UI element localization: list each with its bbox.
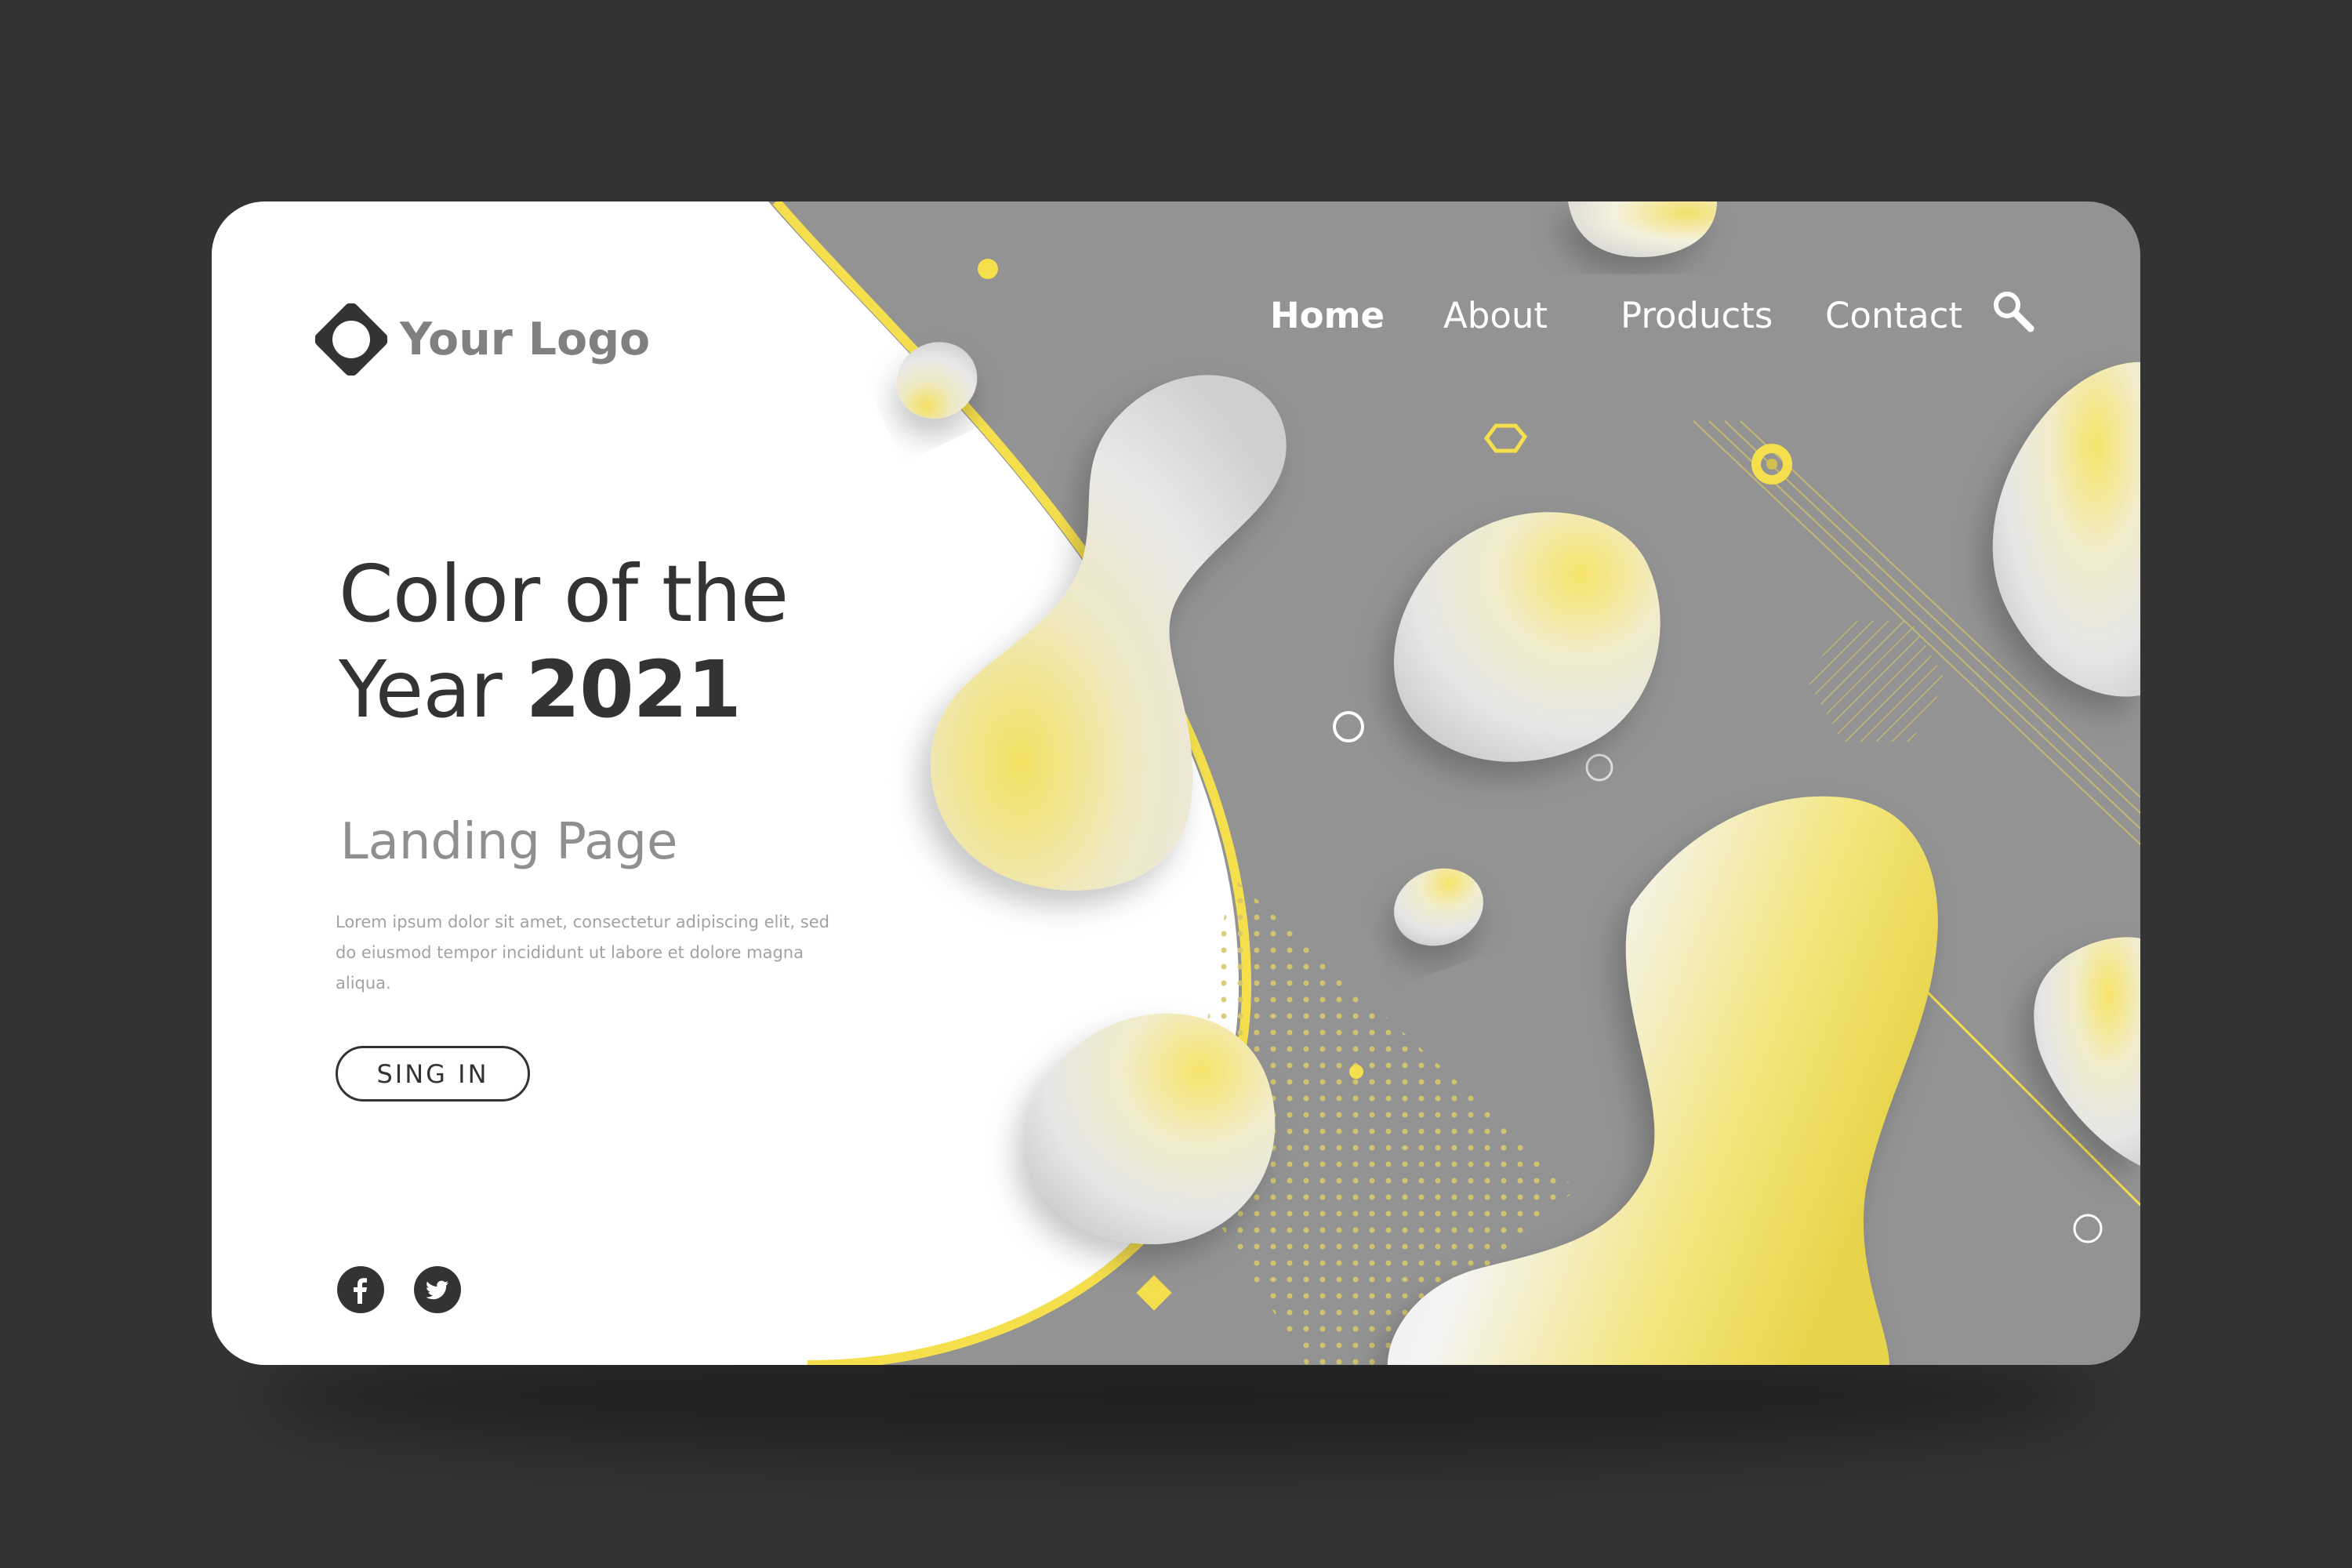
social-links [337, 1266, 491, 1313]
twitter-link[interactable] [414, 1266, 461, 1313]
nav-contact[interactable]: Contact [1825, 285, 1962, 347]
hero-body-line3: aliqua. [336, 974, 391, 993]
landing-card: Your Logo Home About Products Contact Co… [212, 201, 2140, 1365]
brand-logo[interactable]: Your Logo [315, 303, 650, 376]
hero-body-line2: do eiusmod tempor incididunt ut labore e… [336, 943, 804, 962]
facebook-icon [354, 1278, 367, 1304]
hero-body: Lorem ipsum dolor sit amet, consectetur … [336, 907, 829, 999]
twitter-icon [426, 1280, 448, 1300]
nav-about[interactable]: About [1443, 285, 1548, 347]
hero-title-year: 2021 [525, 644, 742, 735]
hero-title-line1: Color of the [339, 548, 789, 640]
hero-subtitle: Landing Page [340, 813, 678, 871]
decorative-artwork [212, 201, 2140, 1365]
hero-body-line1: Lorem ipsum dolor sit amet, consectetur … [336, 913, 829, 931]
nav-home[interactable]: Home [1270, 285, 1385, 347]
main-nav: Home About Products Contact [1270, 285, 2054, 347]
facebook-link[interactable] [337, 1266, 384, 1313]
signin-button[interactable]: SING IN [336, 1046, 530, 1102]
hero-title-line2: Year 2021 [339, 642, 788, 738]
search-icon[interactable] [1990, 288, 2037, 335]
logo-text: Your Logo [400, 314, 651, 365]
diamond-ring-icon [315, 303, 387, 376]
hero-title-year-prefix: Year [339, 644, 526, 735]
nav-products[interactable]: Products [1621, 285, 1773, 347]
hero-title: Color of the Year 2021 [339, 546, 789, 738]
